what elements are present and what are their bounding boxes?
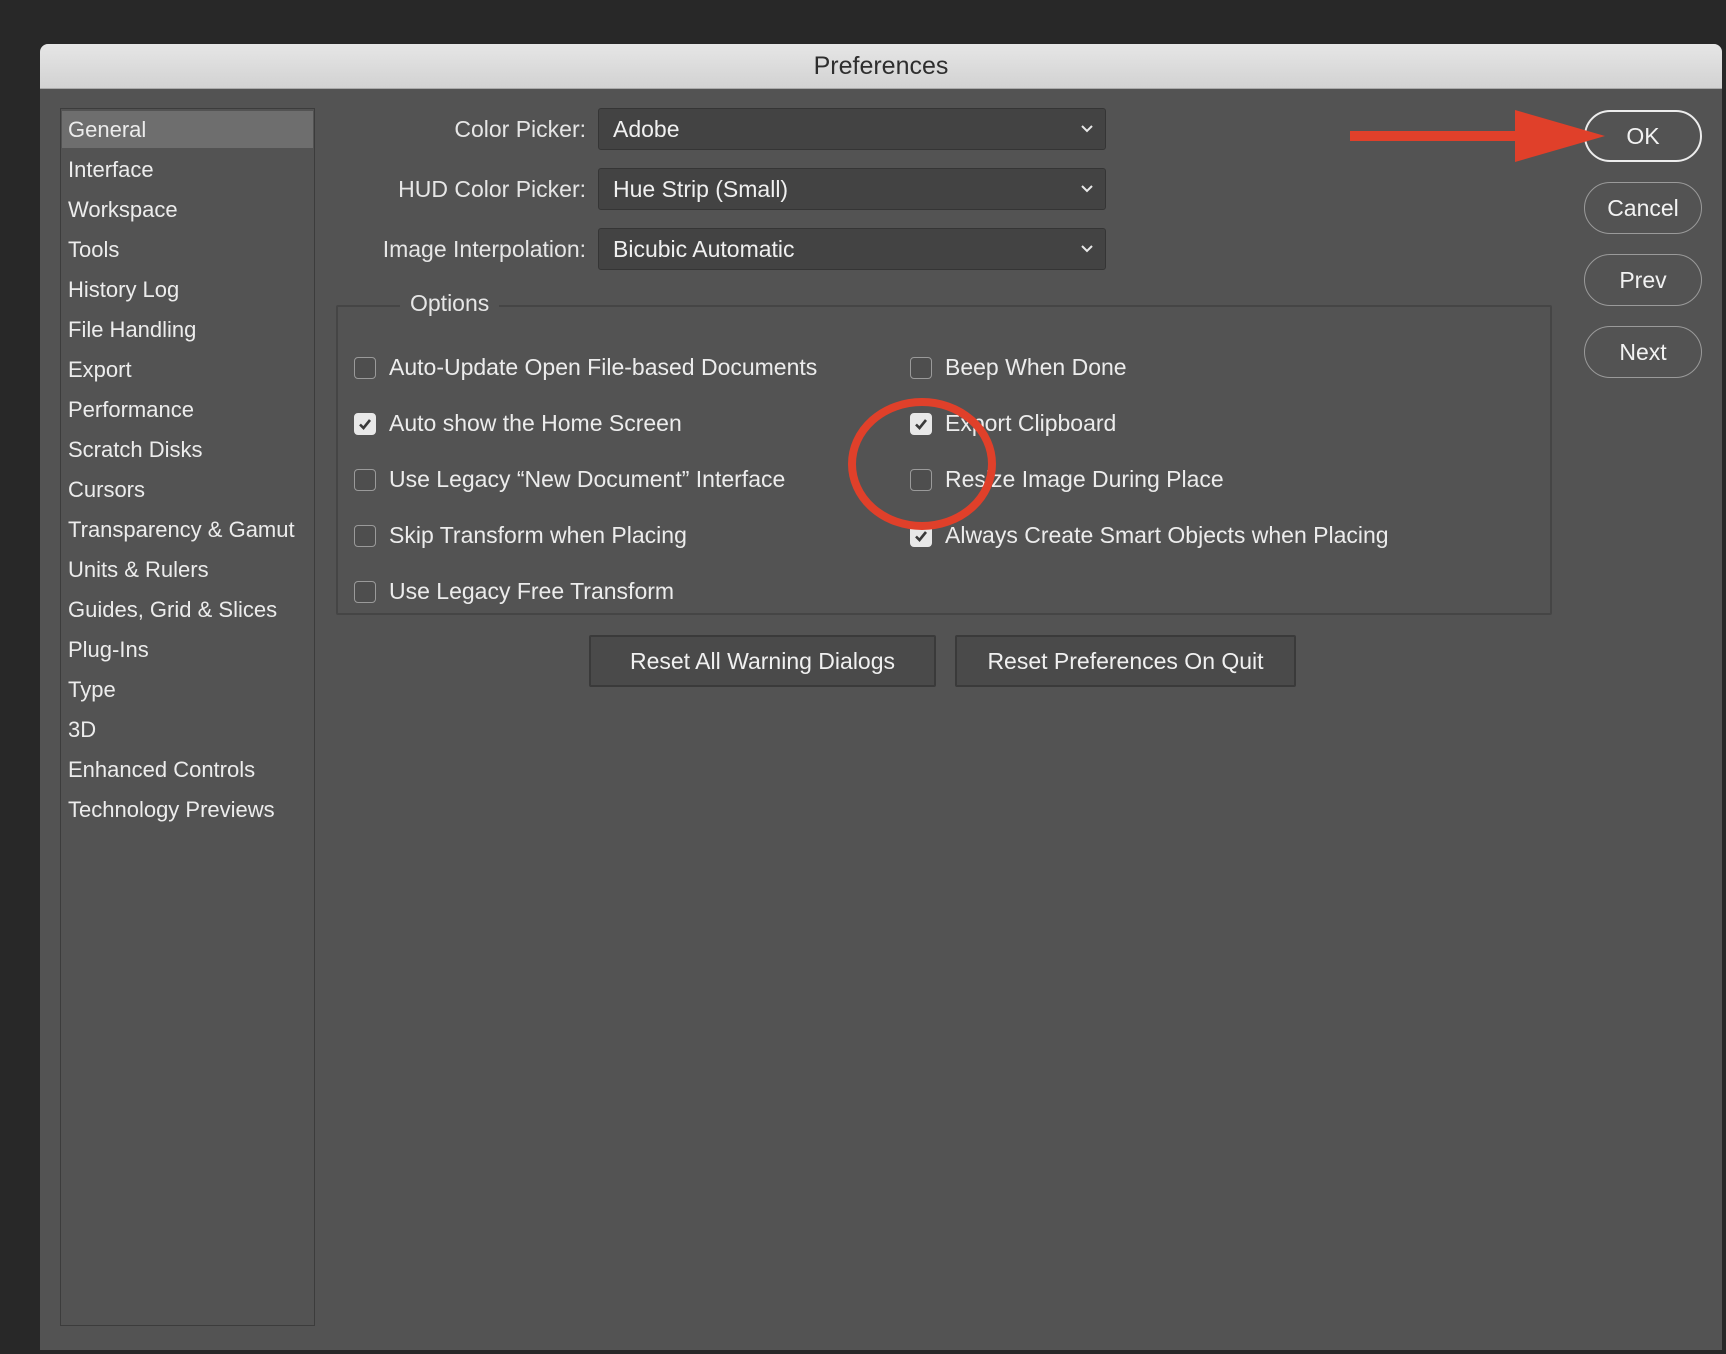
color-picker-row: Color Picker: Adobe (330, 108, 1106, 150)
option-auto-update-documents[interactable]: Auto-Update Open File-based Documents (354, 354, 817, 381)
option-beep-when-done[interactable]: Beep When Done (910, 354, 1127, 381)
image-interpolation-label: Image Interpolation: (382, 235, 586, 262)
sidebar-item-cursors[interactable]: Cursors (62, 471, 313, 508)
reset-all-warning-dialogs-button[interactable]: Reset All Warning Dialogs (589, 635, 936, 687)
option-label: Auto-Update Open File-based Documents (389, 354, 818, 380)
checkbox[interactable] (354, 356, 376, 379)
sidebar: General Interface Workspace Tools Histor… (60, 108, 315, 1326)
sidebar-item-transparency-gamut[interactable]: Transparency & Gamut (62, 511, 313, 548)
title-bar[interactable]: Preferences (40, 44, 1722, 89)
option-label: Use Legacy Free Transform (389, 578, 675, 604)
sidebar-item-general[interactable]: General (62, 111, 313, 148)
sidebar-item-plug-ins[interactable]: Plug-Ins (62, 631, 313, 668)
option-label: Skip Transform when Placing (389, 522, 687, 548)
options-group (336, 305, 1552, 615)
checkbox[interactable] (354, 580, 376, 603)
sidebar-item-interface[interactable]: Interface (62, 151, 313, 188)
option-legacy-free-transform[interactable]: Use Legacy Free Transform (354, 578, 674, 605)
checkmark-icon (915, 418, 928, 430)
color-picker-value: Adobe (613, 115, 680, 142)
option-auto-show-home-screen[interactable]: Auto show the Home Screen (354, 410, 682, 437)
option-label: Auto show the Home Screen (389, 410, 682, 436)
sidebar-item-guides-grid-slices[interactable]: Guides, Grid & Slices (62, 591, 313, 628)
sidebar-item-history-log[interactable]: History Log (62, 271, 313, 308)
checkbox[interactable] (354, 524, 376, 547)
chevron-down-icon (1081, 185, 1093, 193)
checkbox[interactable] (354, 468, 376, 491)
option-label: Always Create Smart Objects when Placing (945, 522, 1389, 548)
chevron-down-icon (1081, 245, 1093, 253)
sidebar-item-workspace[interactable]: Workspace (62, 191, 313, 228)
chevron-down-icon (1081, 125, 1093, 133)
checkbox-checked[interactable] (910, 412, 932, 435)
option-label: Use Legacy “New Document” Interface (389, 466, 786, 492)
option-resize-image-during-place[interactable]: Resize Image During Place (910, 466, 1224, 493)
checkbox-checked[interactable] (910, 524, 932, 547)
checkmark-icon (359, 418, 372, 430)
checkmark-icon (915, 530, 928, 542)
sidebar-item-performance[interactable]: Performance (62, 391, 313, 428)
sidebar-item-export[interactable]: Export (62, 351, 313, 388)
option-skip-transform[interactable]: Skip Transform when Placing (354, 522, 687, 549)
checkbox[interactable] (910, 356, 932, 379)
sidebar-item-units-rulers[interactable]: Units & Rulers (62, 551, 313, 588)
next-button[interactable]: Next (1584, 326, 1702, 378)
prev-button[interactable]: Prev (1584, 254, 1702, 306)
checkbox-checked[interactable] (354, 412, 376, 435)
preferences-dialog: Preferences General Interface Workspace … (40, 44, 1722, 1350)
options-legend: Options (400, 290, 500, 317)
reset-preferences-on-quit-button[interactable]: Reset Preferences On Quit (955, 635, 1296, 687)
sidebar-item-file-handling[interactable]: File Handling (62, 311, 313, 348)
hud-color-picker-select[interactable]: Hue Strip (Small) (598, 168, 1106, 210)
sidebar-item-technology-previews[interactable]: Technology Previews (62, 791, 313, 828)
checkbox[interactable] (910, 468, 932, 491)
option-label: Resize Image During Place (945, 466, 1224, 492)
cancel-button[interactable]: Cancel (1584, 182, 1702, 234)
option-export-clipboard[interactable]: Export Clipboard (910, 410, 1116, 437)
image-interpolation-value: Bicubic Automatic (613, 235, 795, 262)
annotation-arrow-icon (1350, 110, 1605, 162)
option-always-create-smart-objects[interactable]: Always Create Smart Objects when Placing (910, 522, 1389, 549)
option-legacy-new-document[interactable]: Use Legacy “New Document” Interface (354, 466, 785, 493)
hud-color-picker-label: HUD Color Picker: (398, 175, 586, 202)
image-interpolation-select[interactable]: Bicubic Automatic (598, 228, 1106, 270)
sidebar-item-type[interactable]: Type (62, 671, 313, 708)
sidebar-item-enhanced-controls[interactable]: Enhanced Controls (62, 751, 313, 788)
option-label: Beep When Done (945, 354, 1127, 380)
sidebar-item-tools[interactable]: Tools (62, 231, 313, 268)
option-label: Export Clipboard (945, 410, 1117, 436)
color-picker-select[interactable]: Adobe (598, 108, 1106, 150)
dialog-title: Preferences (813, 51, 949, 80)
sidebar-item-3d[interactable]: 3D (62, 711, 313, 748)
ok-button[interactable]: OK (1584, 110, 1702, 162)
hud-color-picker-row: HUD Color Picker: Hue Strip (Small) (330, 168, 1106, 210)
hud-color-picker-value: Hue Strip (Small) (613, 175, 789, 202)
sidebar-item-scratch-disks[interactable]: Scratch Disks (62, 431, 313, 468)
image-interpolation-row: Image Interpolation: Bicubic Automatic (330, 228, 1106, 270)
color-picker-label: Color Picker: (454, 115, 586, 142)
